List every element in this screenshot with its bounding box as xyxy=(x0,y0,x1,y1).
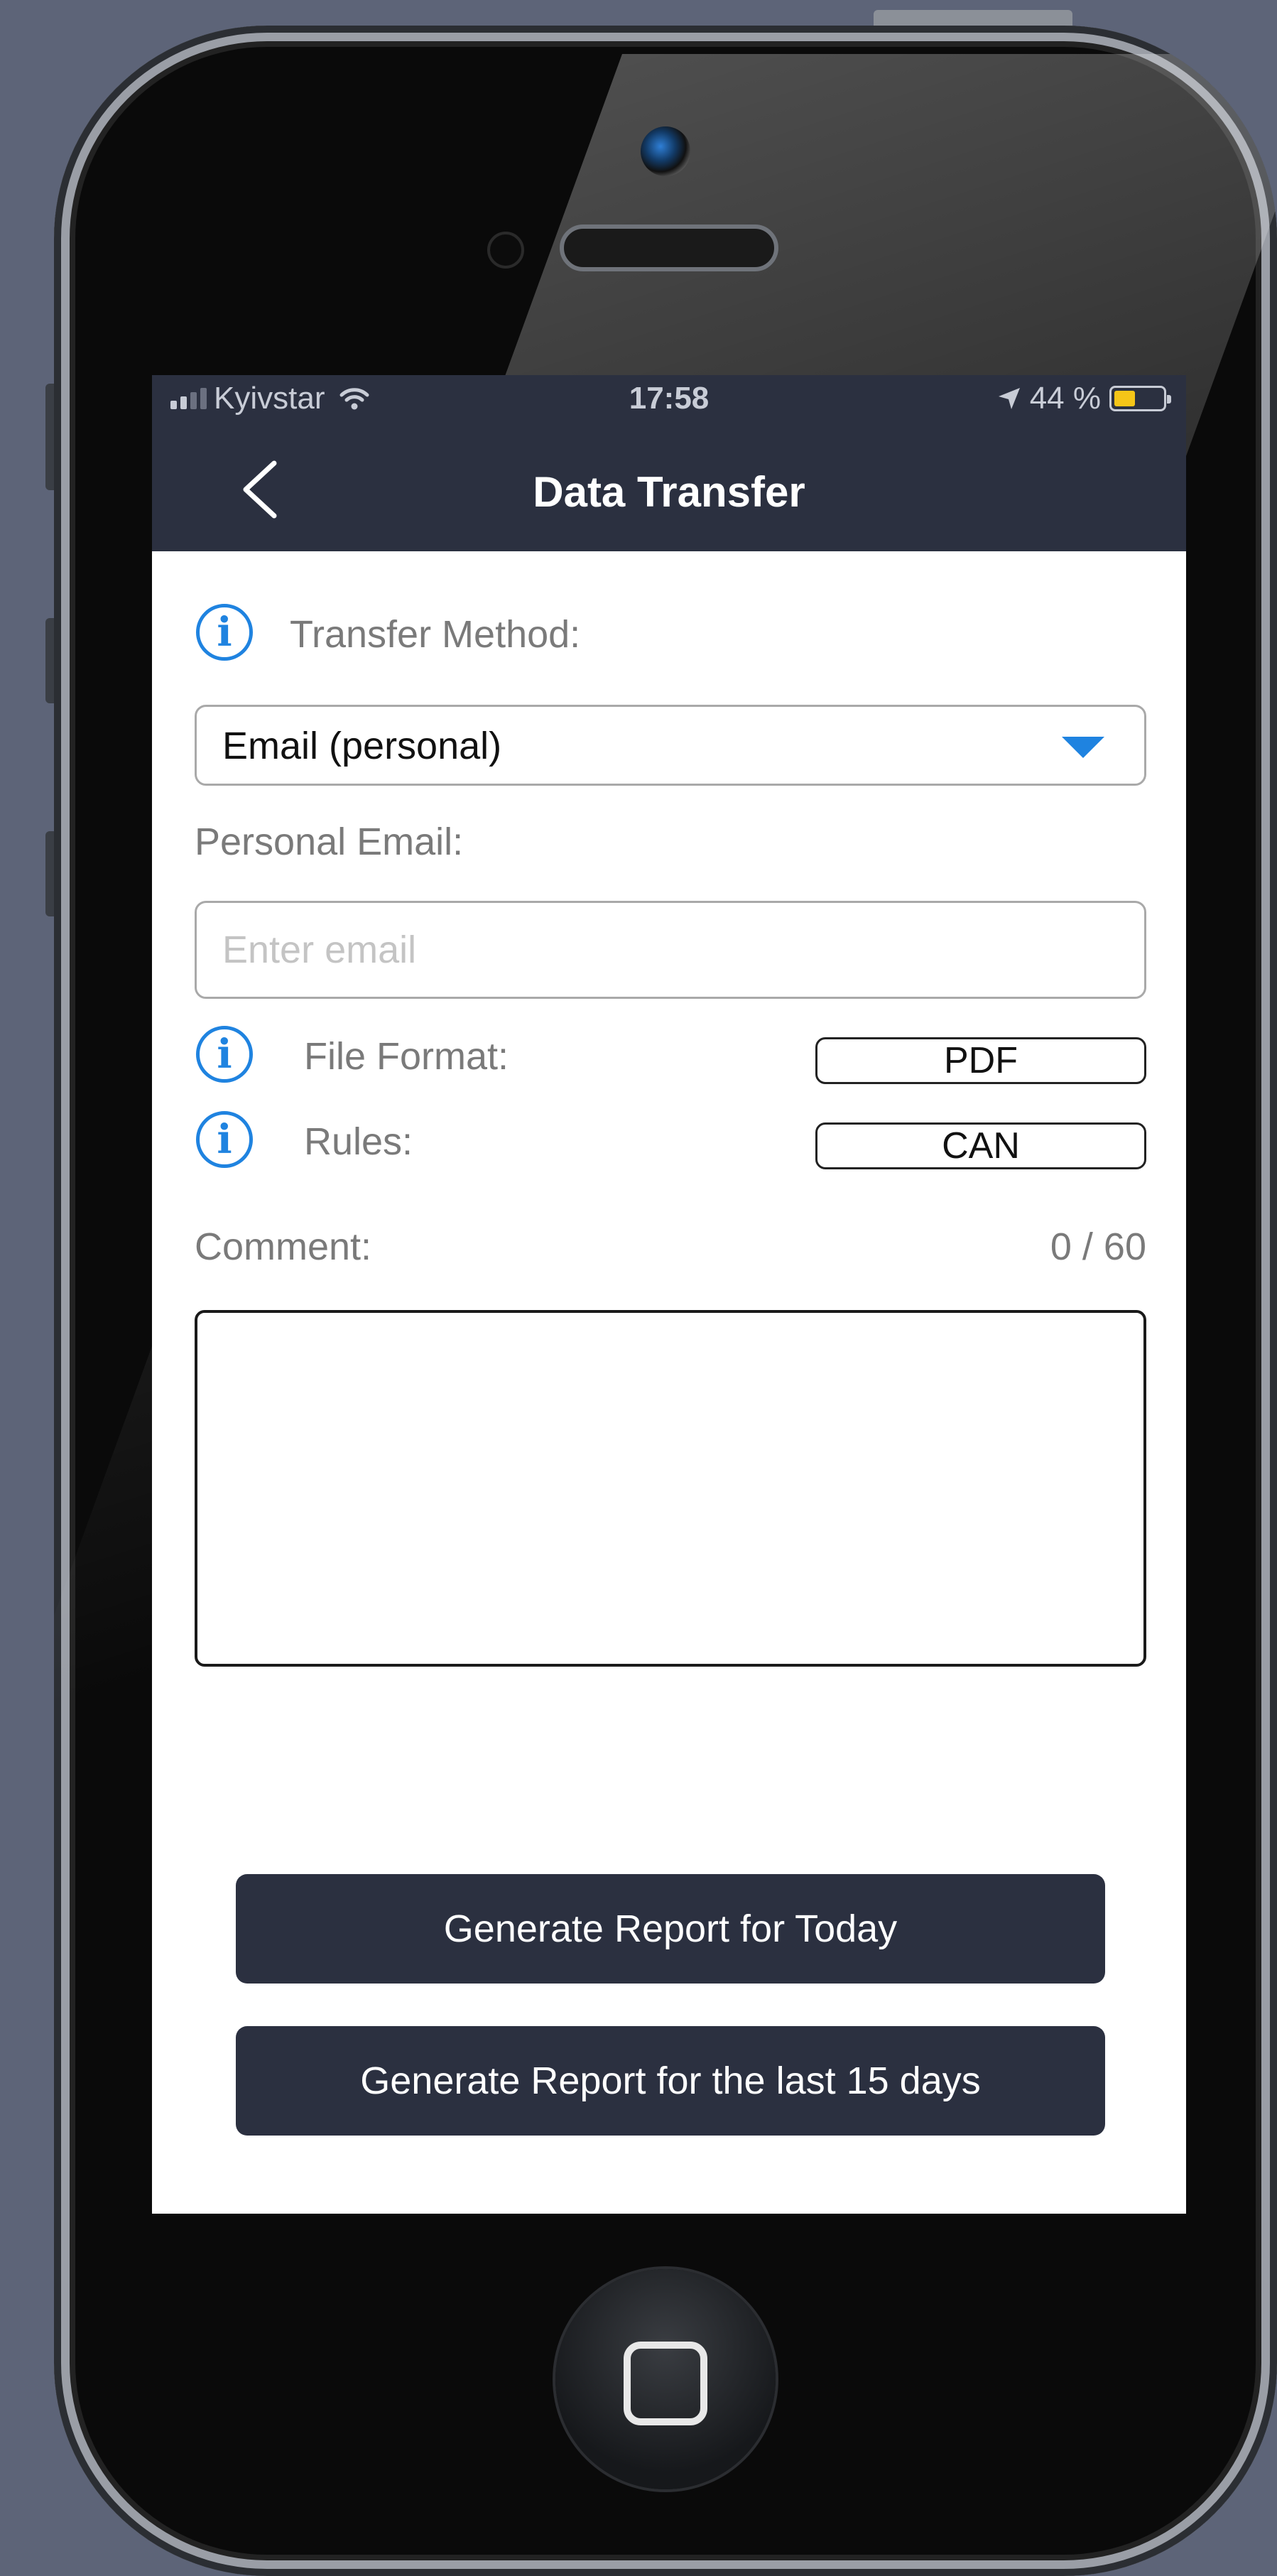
comment-textarea[interactable] xyxy=(195,1310,1146,1667)
rules-selector[interactable]: CAN xyxy=(815,1122,1146,1169)
status-bar: Kyivstar 17:58 44 % xyxy=(152,375,1186,426)
proximity-sensor xyxy=(487,232,524,269)
navigation-bar: Data Transfer xyxy=(152,426,1186,551)
battery-percent: 44 % xyxy=(1029,381,1101,416)
info-icon[interactable]: i xyxy=(196,604,253,661)
email-input[interactable] xyxy=(195,901,1146,999)
file-format-selector[interactable]: PDF xyxy=(815,1037,1146,1084)
info-icon[interactable]: i xyxy=(196,1026,253,1083)
personal-email-label: Personal Email: xyxy=(195,821,464,863)
power-button xyxy=(874,10,1072,27)
transfer-method-value: Email (personal) xyxy=(222,725,502,767)
comment-label: Comment: xyxy=(195,1225,372,1268)
app-screen: Kyivstar 17:58 44 % Data Transfer i Tran… xyxy=(152,375,1186,2214)
transfer-method-select[interactable]: Email (personal) xyxy=(195,705,1146,786)
generate-report-last-15-days-button[interactable]: Generate Report for the last 15 days xyxy=(236,2026,1105,2136)
rules-label: Rules: xyxy=(304,1120,413,1163)
home-square-icon xyxy=(624,2342,707,2425)
info-icon[interactable]: i xyxy=(196,1111,253,1168)
comment-character-counter: 0 / 60 xyxy=(1050,1225,1146,1268)
battery-level xyxy=(1114,391,1135,406)
battery-icon xyxy=(1109,386,1171,411)
earpiece-speaker xyxy=(560,224,778,271)
generate-report-today-button[interactable]: Generate Report for Today xyxy=(236,1874,1105,1984)
page-title: Data Transfer xyxy=(533,468,805,516)
file-format-label: File Format: xyxy=(304,1035,509,1078)
transfer-method-label: Transfer Method: xyxy=(290,613,581,656)
front-camera xyxy=(641,126,690,176)
dropdown-caret-icon xyxy=(1062,737,1104,758)
status-right: 44 % xyxy=(997,381,1171,416)
location-arrow-icon xyxy=(998,388,1020,409)
